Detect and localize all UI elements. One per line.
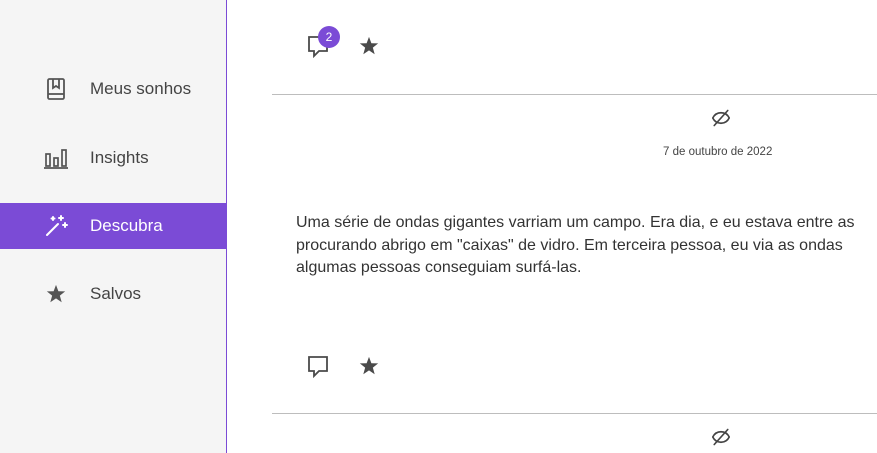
sidebar-item-salvos[interactable]: Salvos [0,271,226,317]
post-text-line: algumas pessoas conseguiam surfá-las. [296,259,582,276]
star-icon [358,355,380,382]
post-text-line: procurando abrigo em "caixas" de vidro. … [296,236,843,254]
sidebar-item-descubra[interactable]: Descubra [0,203,226,249]
comment-button[interactable] [305,355,331,381]
post-text-line: Uma série de ondas gigantes varriam um c… [296,214,855,231]
sidebar-item-meus-sonhos[interactable]: Meus sonhos [0,66,226,112]
comment-icon [306,354,330,383]
star-icon [358,35,380,62]
magic-wand-icon [44,214,68,238]
sidebar-item-label: Insights [90,148,149,167]
sidebar: Meus sonhos Insights Descubra Salvos [0,0,227,453]
post-divider [272,94,877,95]
sidebar-item-insights[interactable]: Insights [0,135,226,181]
star-icon [44,282,68,306]
post-divider [272,413,877,414]
sidebar-item-label: Salvos [90,284,142,303]
post-text: Uma série de ondas gigantes varriam um c… [296,212,877,280]
save-button[interactable] [356,355,382,381]
eye-off-icon[interactable] [711,427,731,447]
feed: 2 7 de outubro de 2022 Uma série de onda… [227,0,877,453]
bar-chart-icon [44,146,68,170]
sidebar-item-label: Descubra [90,216,163,235]
comment-count-badge: 2 [318,26,340,48]
post-date: 7 de outubro de 2022 [663,146,773,158]
book-bookmark-icon [44,77,68,101]
eye-off-icon[interactable] [711,108,731,128]
save-button[interactable] [356,35,382,61]
sidebar-item-label: Meus sonhos [90,79,192,98]
